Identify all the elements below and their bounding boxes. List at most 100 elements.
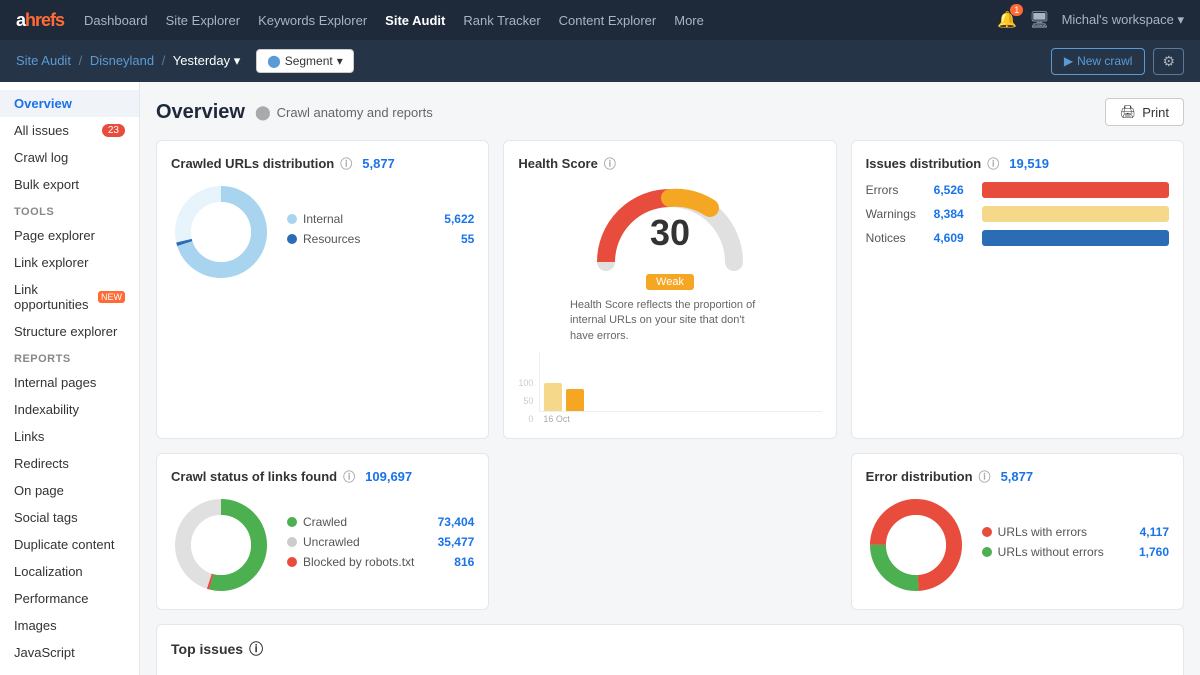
breadcrumb-sep1: / xyxy=(79,53,83,68)
breadcrumb-yesterday[interactable]: Yesterday ▾ xyxy=(173,53,240,68)
breadcrumb-disneyland[interactable]: Disneyland xyxy=(90,53,154,68)
sidebar-item-duplicate-content[interactable]: Duplicate content xyxy=(0,531,139,558)
page-header: Overview ⬤ Crawl anatomy and reports 🖨 P… xyxy=(156,98,1184,126)
crawled-urls-info-icon[interactable]: ⓘ xyxy=(340,155,352,172)
sidebar-item-localization[interactable]: Localization xyxy=(0,558,139,585)
issues-distribution-info-icon[interactable]: ⓘ xyxy=(987,155,999,172)
settings-button[interactable]: ⚙ xyxy=(1153,48,1184,75)
main-content: Overview ⬤ Crawl anatomy and reports 🖨 P… xyxy=(140,82,1200,675)
nav-more[interactable]: More xyxy=(674,13,704,28)
logo[interactable]: ahrefs xyxy=(16,10,64,31)
notification-icon[interactable]: 🔔 1 xyxy=(997,10,1017,30)
health-gauge-container: 30 Weak Health Score reflects the propor… xyxy=(518,182,821,424)
crawl-status-legend: Crawled 73,404 Uncrawled 35,477 Blocked … xyxy=(287,515,474,575)
legend-uncrawled: Uncrawled 35,477 xyxy=(287,535,474,549)
sidebar-item-bulk-export[interactable]: Bulk export xyxy=(0,171,139,198)
urls-without-errors-value: 1,760 xyxy=(1139,545,1169,559)
health-bar-1 xyxy=(544,383,562,411)
sidebar-item-overview[interactable]: Overview xyxy=(0,90,139,117)
page-title: Overview xyxy=(156,101,245,124)
sidebar-item-page-explorer[interactable]: Page explorer xyxy=(0,222,139,249)
sidebar-item-internal-pages[interactable]: Internal pages xyxy=(0,369,139,396)
top-nav-right: 🔔 1 🖥 Michal's workspace ▾ xyxy=(997,10,1184,30)
health-score-card: Health Score ⓘ xyxy=(503,140,836,439)
legend-resources: Resources 55 xyxy=(287,232,474,246)
sidebar-item-social-tags[interactable]: Social tags xyxy=(0,504,139,531)
crawl-anatomy-link[interactable]: ⬤ Crawl anatomy and reports xyxy=(255,104,433,121)
health-score-info-icon[interactable]: ⓘ xyxy=(604,155,616,172)
sidebar-item-javascript[interactable]: JavaScript xyxy=(0,639,139,666)
error-distribution-donut-section: URLs with errors 4,117 URLs without erro… xyxy=(866,495,1169,595)
sidebar-item-links[interactable]: Links xyxy=(0,423,139,450)
health-bars xyxy=(539,352,821,412)
crawled-value: 73,404 xyxy=(438,515,475,529)
new-crawl-button[interactable]: ▶ New crawl xyxy=(1051,48,1146,75)
errors-label: Errors xyxy=(866,183,926,197)
sidebar-item-crawl-log[interactable]: Crawl log xyxy=(0,144,139,171)
col-removed: Removed xyxy=(874,671,979,675)
top-issues-info-icon[interactable]: ⓘ xyxy=(249,639,263,659)
crawl-status-title: Crawl status of links found ⓘ 109,697 xyxy=(171,468,474,485)
nav-content-explorer[interactable]: Content Explorer xyxy=(559,13,657,28)
sidebar-item-css[interactable]: CSS xyxy=(0,666,139,675)
error-distribution-info-icon[interactable]: ⓘ xyxy=(979,468,991,485)
sidebar-item-structure-explorer[interactable]: Structure explorer xyxy=(0,318,139,345)
table-header: Issue Crawled Change Added New Removed M… xyxy=(171,671,1169,675)
sidebar-item-on-page[interactable]: On page xyxy=(0,477,139,504)
error-distribution-card: Error distribution ⓘ 5,877 xyxy=(851,453,1184,610)
sidebar-item-performance[interactable]: Performance xyxy=(0,585,139,612)
health-score-title: Health Score ⓘ xyxy=(518,155,821,172)
health-bar-label: 16 Oct xyxy=(539,414,821,424)
internal-value: 5,622 xyxy=(444,212,474,226)
sidebar-item-link-opportunities[interactable]: Link opportunities NEW xyxy=(0,276,139,318)
issues-bars: Errors 6,526 Warnings 8,384 Notices 4,60… xyxy=(866,182,1169,246)
workspace-menu[interactable]: Michal's workspace ▾ xyxy=(1062,12,1184,28)
health-score-description: Health Score reflects the proportion of … xyxy=(570,298,770,344)
col-new: New xyxy=(811,671,874,675)
notices-value: 4,609 xyxy=(934,231,974,245)
error-distribution-title: Error distribution ⓘ 5,877 xyxy=(866,468,1169,485)
nav-site-audit[interactable]: Site Audit xyxy=(385,13,445,28)
error-distribution-legend: URLs with errors 4,117 URLs without erro… xyxy=(982,525,1169,565)
issues-distribution-title: Issues distribution ⓘ 19,519 xyxy=(866,155,1169,172)
top-issues-title: Top issues ⓘ xyxy=(171,639,1169,659)
breadcrumb-site-audit[interactable]: Site Audit xyxy=(16,53,71,68)
legend-urls-without-errors: URLs without errors 1,760 xyxy=(982,545,1169,559)
segment-button[interactable]: ⬤ Segment ▾ xyxy=(256,49,354,73)
notices-bar-row: Notices 4,609 xyxy=(866,230,1169,246)
crawled-urls-card: Crawled URLs distribution ⓘ 5,877 xyxy=(156,140,489,439)
crawled-urls-donut-section: Internal 5,622 Resources 55 xyxy=(171,182,474,282)
notification-badge: 1 xyxy=(1010,4,1023,16)
sidebar-item-images[interactable]: Images xyxy=(0,612,139,639)
uncrawled-value: 35,477 xyxy=(438,535,475,549)
nav-site-explorer[interactable]: Site Explorer xyxy=(166,13,240,28)
nav-dashboard[interactable]: Dashboard xyxy=(84,13,148,28)
sidebar-item-link-explorer[interactable]: Link explorer xyxy=(0,249,139,276)
legend-crawled: Crawled 73,404 xyxy=(287,515,474,529)
issues-distribution-card: Issues distribution ⓘ 19,519 Errors 6,52… xyxy=(851,140,1184,439)
uncrawled-dot xyxy=(287,537,297,547)
monitor-icon[interactable]: 🖥 xyxy=(1029,10,1049,30)
crawl-status-count: 109,697 xyxy=(365,469,412,484)
print-button[interactable]: 🖨 Print xyxy=(1105,98,1184,126)
crawl-status-donut-section: Crawled 73,404 Uncrawled 35,477 Blocked … xyxy=(171,495,474,595)
col-missing: Missing xyxy=(979,671,1071,675)
resources-dot xyxy=(287,234,297,244)
health-gauge: 30 xyxy=(590,182,750,272)
nav-rank-tracker[interactable]: Rank Tracker xyxy=(463,13,540,28)
crawled-urls-donut xyxy=(171,182,271,282)
breadcrumb-bar-right: ▶ New crawl ⚙ xyxy=(1051,48,1184,75)
error-distribution-donut xyxy=(866,495,966,595)
legend-internal: Internal 5,622 xyxy=(287,212,474,226)
nav-keywords-explorer[interactable]: Keywords Explorer xyxy=(258,13,367,28)
health-score-value: 30 xyxy=(650,212,690,254)
axis-50: 50 xyxy=(523,396,533,406)
crawl-status-info-icon[interactable]: ⓘ xyxy=(343,468,355,485)
sidebar-item-all-issues[interactable]: All issues 23 xyxy=(0,117,139,144)
health-mini-chart: 100 50 0 16 Oct xyxy=(518,352,821,424)
cards-row-2: Crawl status of links found ⓘ 109,697 xyxy=(156,453,1184,610)
col-actions xyxy=(1071,671,1169,675)
sidebar-item-redirects[interactable]: Redirects xyxy=(0,450,139,477)
sidebar-item-indexability[interactable]: Indexability xyxy=(0,396,139,423)
tools-section-label: Tools xyxy=(0,198,139,222)
